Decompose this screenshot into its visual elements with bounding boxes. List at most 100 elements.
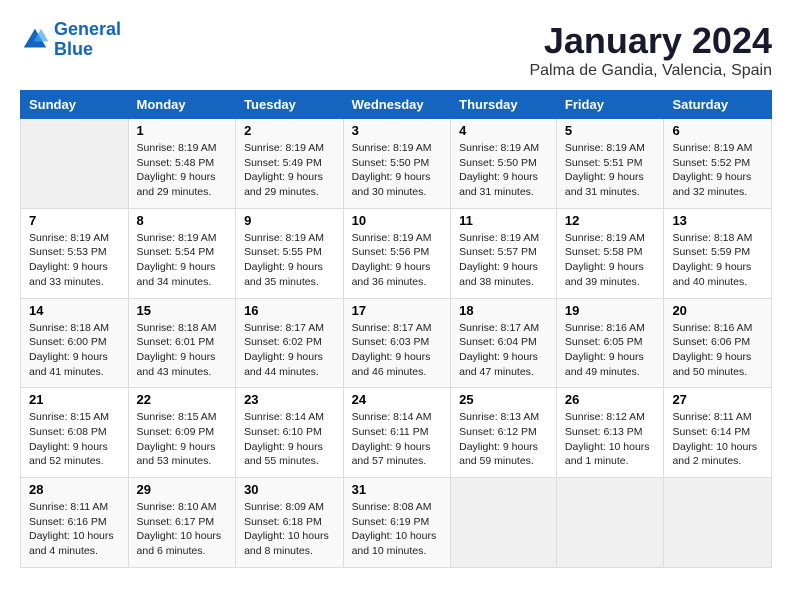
- title-block: January 2024 Palma de Gandia, Valencia, …: [529, 20, 772, 80]
- calendar-cell: 11 Sunrise: 8:19 AMSunset: 5:57 PMDayligh…: [451, 208, 557, 298]
- calendar-cell: 17Sunrise: 8:17 AMSunset: 6:03 PMDayligh…: [343, 298, 451, 388]
- calendar-cell: 26 Sunrise: 8:12 AMSunset: 6:13 PMDayligh…: [556, 388, 664, 478]
- day-number: 28: [29, 482, 120, 497]
- day-number: 2: [244, 123, 335, 138]
- calendar-cell: 23 Sunrise: 8:14 AMSunset: 6:10 PMDayligh…: [236, 388, 344, 478]
- logo-line1: General: [54, 19, 121, 39]
- calendar-cell: 13 Sunrise: 8:18 AMSunset: 5:59 PMDayligh…: [664, 208, 772, 298]
- day-info: Sunrise: 8:19 AMSunset: 5:49 PMDaylight:…: [244, 141, 335, 200]
- logo-line2: Blue: [54, 39, 93, 59]
- day-info: Sunrise: 8:19 AMSunset: 5:51 PMDaylight:…: [565, 141, 656, 200]
- weekday-header-wednesday: Wednesday: [343, 91, 451, 119]
- calendar-cell: 1 Sunrise: 8:19 AMSunset: 5:48 PMDaylight…: [128, 119, 236, 209]
- calendar-cell: 24Sunrise: 8:14 AMSunset: 6:11 PMDayligh…: [343, 388, 451, 478]
- day-info: Sunrise: 8:12 AMSunset: 6:13 PMDaylight:…: [565, 410, 656, 469]
- day-number: 8: [137, 213, 228, 228]
- day-info: Sunrise: 8:13 AMSunset: 6:12 PMDaylight:…: [459, 410, 548, 469]
- calendar-cell: 12Sunrise: 8:19 AMSunset: 5:58 PMDayligh…: [556, 208, 664, 298]
- location-title: Palma de Gandia, Valencia, Spain: [529, 62, 772, 80]
- calendar-cell: 4Sunrise: 8:19 AMSunset: 5:50 PMDaylight…: [451, 119, 557, 209]
- day-info: Sunrise: 8:19 AMSunset: 5:53 PMDaylight:…: [29, 231, 120, 290]
- day-number: 27: [672, 392, 763, 407]
- day-number: 7: [29, 213, 120, 228]
- day-info: Sunrise: 8:18 AMSunset: 6:00 PMDaylight:…: [29, 321, 120, 380]
- day-number: 5: [565, 123, 656, 138]
- day-number: 19: [565, 303, 656, 318]
- day-number: 20: [672, 303, 763, 318]
- day-number: 31: [352, 482, 443, 497]
- calendar-cell: 30Sunrise: 8:09 AMSunset: 6:18 PMDayligh…: [236, 478, 344, 568]
- weekday-header-tuesday: Tuesday: [236, 91, 344, 119]
- day-number: 1: [137, 123, 228, 138]
- day-info: Sunrise: 8:17 AMSunset: 6:04 PMDaylight:…: [459, 321, 548, 380]
- calendar-cell: [21, 119, 129, 209]
- day-info: Sunrise: 8:19 AMSunset: 5:57 PMDaylight:…: [459, 231, 548, 290]
- calendar-cell: 10 Sunrise: 8:19 AMSunset: 5:56 PMDayligh…: [343, 208, 451, 298]
- day-info: Sunrise: 8:19 AMSunset: 5:50 PMDaylight:…: [352, 141, 443, 200]
- logo-text: General Blue: [54, 20, 121, 60]
- day-number: 10: [352, 213, 443, 228]
- calendar-cell: 22 Sunrise: 8:15 AMSunset: 6:09 PMDayligh…: [128, 388, 236, 478]
- calendar-cell: 18Sunrise: 8:17 AMSunset: 6:04 PMDayligh…: [451, 298, 557, 388]
- day-number: 22: [137, 392, 228, 407]
- weekday-header-saturday: Saturday: [664, 91, 772, 119]
- logo: General Blue: [20, 20, 121, 60]
- day-info: Sunrise: 8:16 AMSunset: 6:05 PMDaylight:…: [565, 321, 656, 380]
- day-info: Sunrise: 8:19 AMSunset: 5:54 PMDaylight:…: [137, 231, 228, 290]
- calendar-table: SundayMondayTuesdayWednesdayThursdayFrid…: [20, 90, 772, 568]
- calendar-cell: 2 Sunrise: 8:19 AMSunset: 5:49 PMDaylight…: [236, 119, 344, 209]
- day-info: Sunrise: 8:14 AMSunset: 6:11 PMDaylight:…: [352, 410, 443, 469]
- day-number: 16: [244, 303, 335, 318]
- calendar-cell: 20 Sunrise: 8:16 AMSunset: 6:06 PMDayligh…: [664, 298, 772, 388]
- calendar-cell: [451, 478, 557, 568]
- day-info: Sunrise: 8:19 AMSunset: 5:58 PMDaylight:…: [565, 231, 656, 290]
- calendar-week-row-3: 14Sunrise: 8:18 AMSunset: 6:00 PMDayligh…: [21, 298, 772, 388]
- day-info: Sunrise: 8:19 AMSunset: 5:56 PMDaylight:…: [352, 231, 443, 290]
- calendar-cell: 29Sunrise: 8:10 AMSunset: 6:17 PMDayligh…: [128, 478, 236, 568]
- day-number: 17: [352, 303, 443, 318]
- month-title: January 2024: [529, 20, 772, 62]
- day-info: Sunrise: 8:11 AMSunset: 6:14 PMDaylight:…: [672, 410, 763, 469]
- day-info: Sunrise: 8:18 AMSunset: 5:59 PMDaylight:…: [672, 231, 763, 290]
- day-info: Sunrise: 8:19 AMSunset: 5:48 PMDaylight:…: [137, 141, 228, 200]
- calendar-cell: 14Sunrise: 8:18 AMSunset: 6:00 PMDayligh…: [21, 298, 129, 388]
- day-number: 25: [459, 392, 548, 407]
- day-number: 21: [29, 392, 120, 407]
- day-number: 13: [672, 213, 763, 228]
- day-number: 26: [565, 392, 656, 407]
- weekday-header-friday: Friday: [556, 91, 664, 119]
- calendar-cell: 25 Sunrise: 8:13 AMSunset: 6:12 PMDayligh…: [451, 388, 557, 478]
- calendar-cell: 19 Sunrise: 8:16 AMSunset: 6:05 PMDayligh…: [556, 298, 664, 388]
- day-info: Sunrise: 8:15 AMSunset: 6:09 PMDaylight:…: [137, 410, 228, 469]
- weekday-header-monday: Monday: [128, 91, 236, 119]
- day-info: Sunrise: 8:15 AMSunset: 6:08 PMDaylight:…: [29, 410, 120, 469]
- calendar-cell: 16Sunrise: 8:17 AMSunset: 6:02 PMDayligh…: [236, 298, 344, 388]
- day-info: Sunrise: 8:14 AMSunset: 6:10 PMDaylight:…: [244, 410, 335, 469]
- day-number: 3: [352, 123, 443, 138]
- logo-icon: [20, 25, 50, 55]
- day-number: 11: [459, 213, 548, 228]
- day-info: Sunrise: 8:19 AMSunset: 5:55 PMDaylight:…: [244, 231, 335, 290]
- day-info: Sunrise: 8:09 AMSunset: 6:18 PMDaylight:…: [244, 500, 335, 559]
- calendar-week-row-2: 7 Sunrise: 8:19 AMSunset: 5:53 PMDaylight…: [21, 208, 772, 298]
- calendar-cell: 8 Sunrise: 8:19 AMSunset: 5:54 PMDaylight…: [128, 208, 236, 298]
- weekday-header-row: SundayMondayTuesdayWednesdayThursdayFrid…: [21, 91, 772, 119]
- calendar-week-row-1: 1 Sunrise: 8:19 AMSunset: 5:48 PMDaylight…: [21, 119, 772, 209]
- calendar-cell: 27 Sunrise: 8:11 AMSunset: 6:14 PMDayligh…: [664, 388, 772, 478]
- calendar-cell: 21 Sunrise: 8:15 AMSunset: 6:08 PMDayligh…: [21, 388, 129, 478]
- day-info: Sunrise: 8:16 AMSunset: 6:06 PMDaylight:…: [672, 321, 763, 380]
- day-number: 6: [672, 123, 763, 138]
- day-info: Sunrise: 8:10 AMSunset: 6:17 PMDaylight:…: [137, 500, 228, 559]
- day-number: 9: [244, 213, 335, 228]
- calendar-cell: 3 Sunrise: 8:19 AMSunset: 5:50 PMDaylight…: [343, 119, 451, 209]
- weekday-header-thursday: Thursday: [451, 91, 557, 119]
- calendar-cell: 28Sunrise: 8:11 AMSunset: 6:16 PMDayligh…: [21, 478, 129, 568]
- calendar-cell: [556, 478, 664, 568]
- day-number: 23: [244, 392, 335, 407]
- day-info: Sunrise: 8:19 AMSunset: 5:52 PMDaylight:…: [672, 141, 763, 200]
- calendar-cell: 7 Sunrise: 8:19 AMSunset: 5:53 PMDaylight…: [21, 208, 129, 298]
- calendar-cell: [664, 478, 772, 568]
- calendar-week-row-5: 28Sunrise: 8:11 AMSunset: 6:16 PMDayligh…: [21, 478, 772, 568]
- day-info: Sunrise: 8:18 AMSunset: 6:01 PMDaylight:…: [137, 321, 228, 380]
- calendar-cell: 9 Sunrise: 8:19 AMSunset: 5:55 PMDaylight…: [236, 208, 344, 298]
